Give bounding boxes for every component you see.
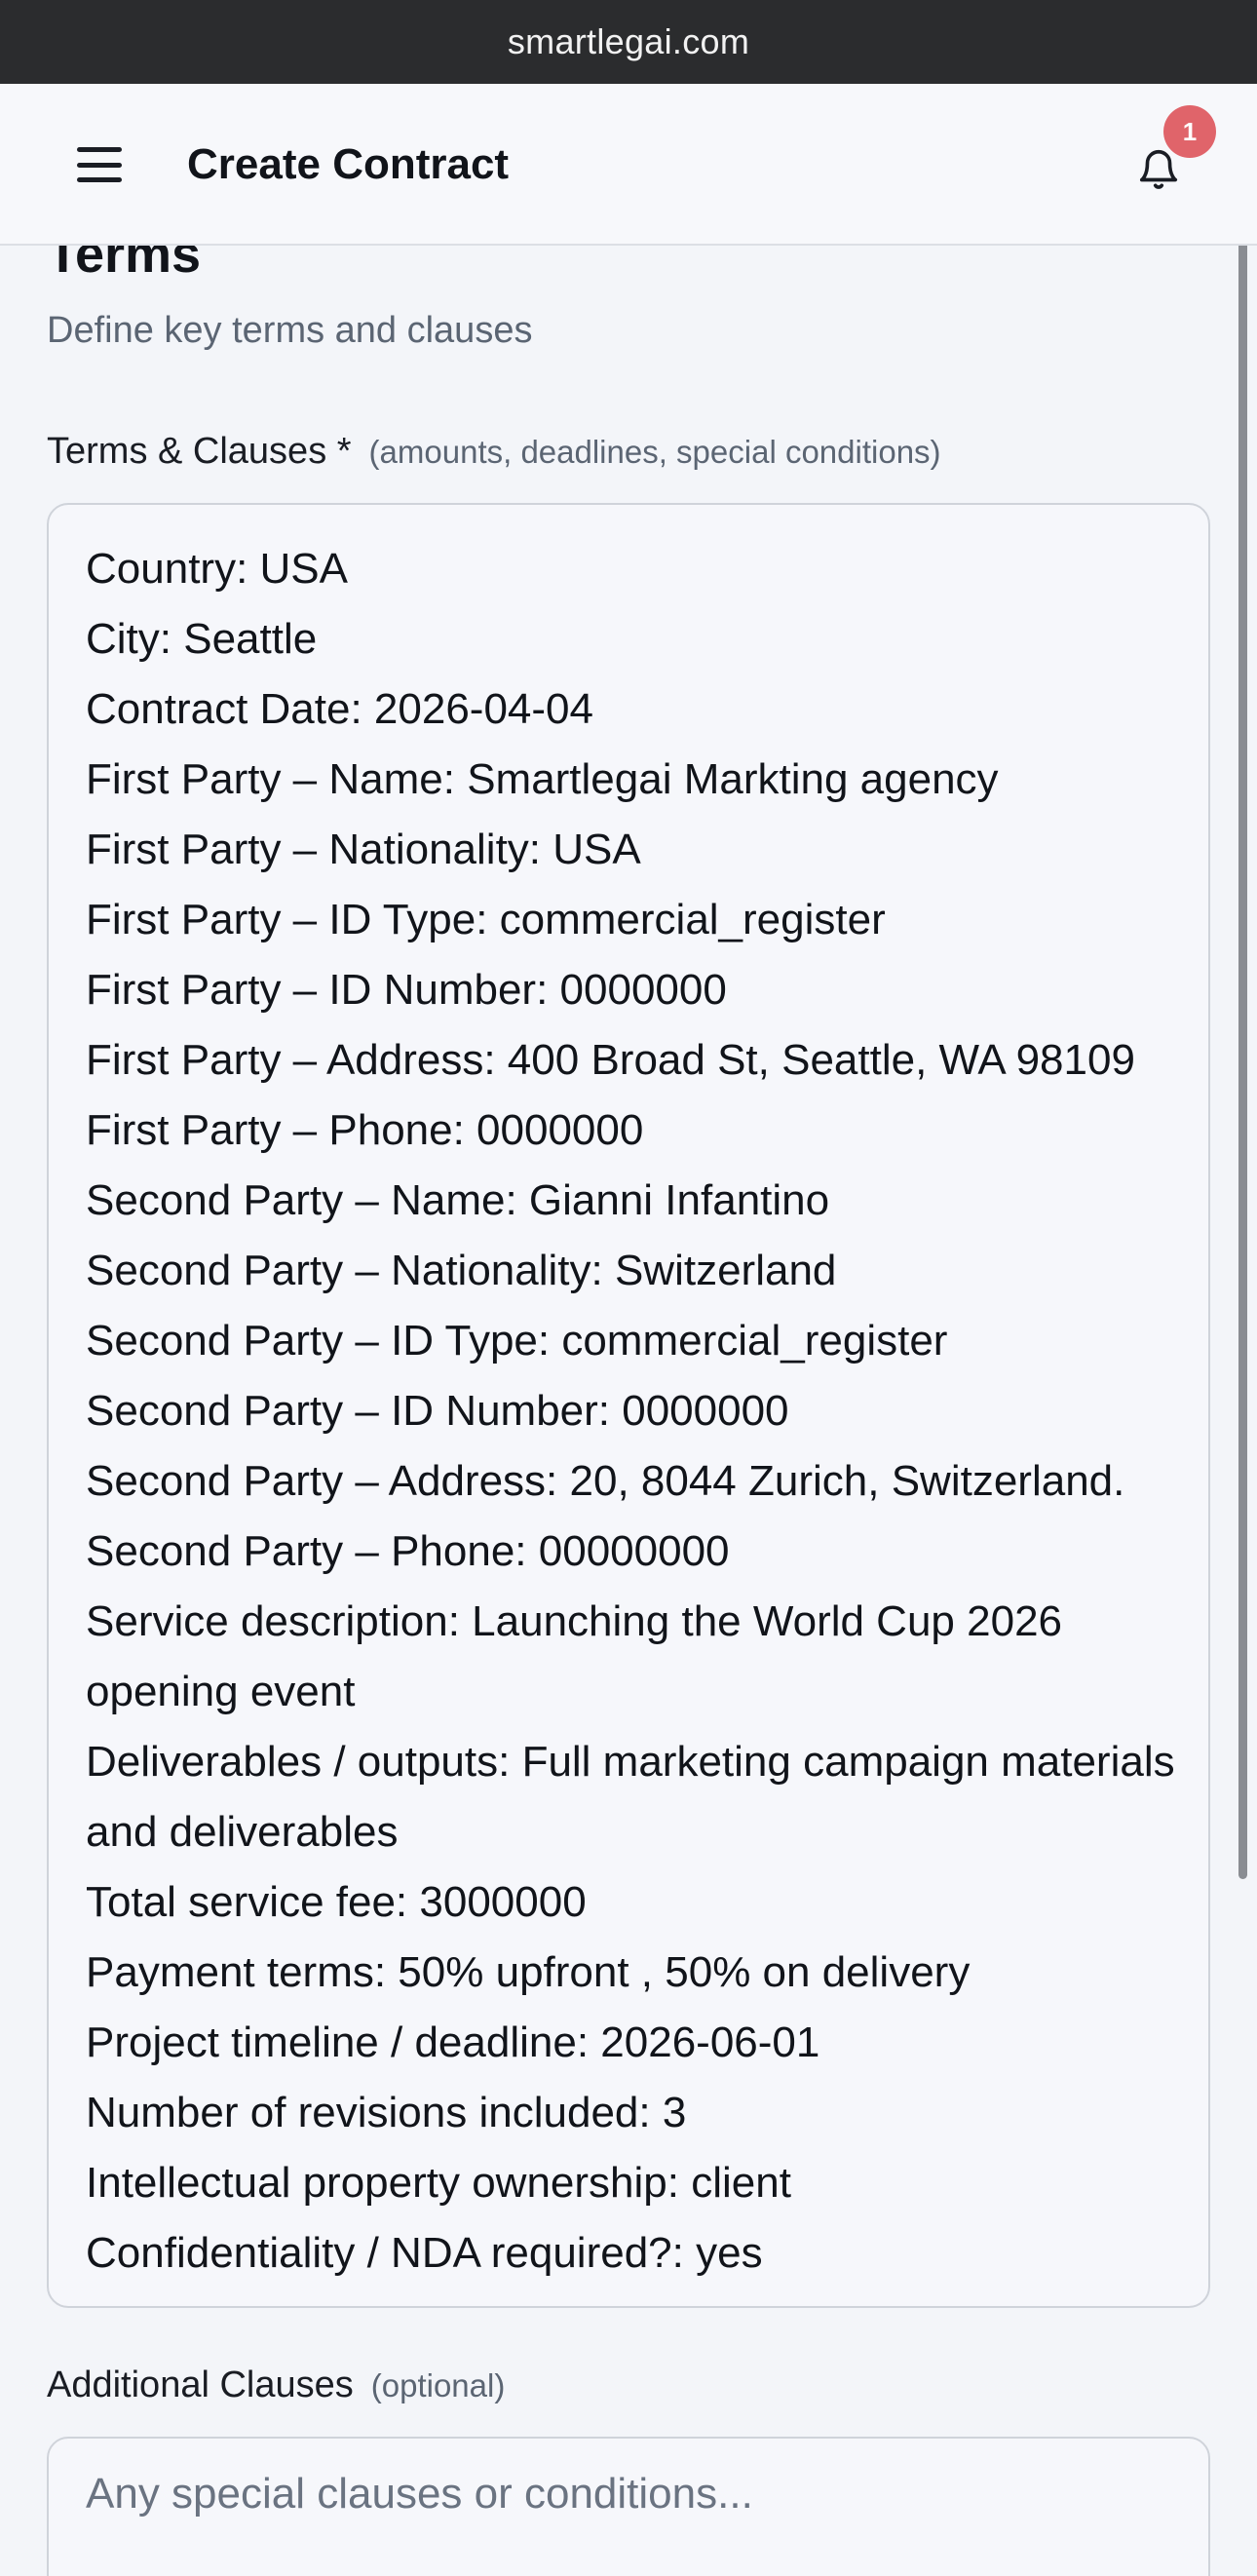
terms-line: First Party – ID Number: 0000000 (86, 966, 727, 1014)
terms-line: Intellectual property ownership: client (86, 2159, 791, 2207)
terms-line: First Party – Phone: 0000000 (86, 1106, 644, 1154)
app-header: Create Contract (0, 84, 1257, 246)
additional-field-label: Additional Clauses (optional) (47, 2365, 505, 2406)
notification-badge: 1 (1163, 105, 1216, 158)
section-subtitle: Define key terms and clauses (47, 310, 533, 351)
terms-line: Project timeline / deadline: 2026-06-01 (86, 2019, 820, 2066)
terms-line: Payment terms: 50% upfront , 50% on deli… (86, 1948, 971, 1996)
section-title: Terms (47, 246, 202, 284)
additional-label-hint: (optional) (370, 2367, 506, 2403)
terms-line: Second Party – Phone: 00000000 (86, 1527, 730, 1575)
hamburger-menu-icon (77, 147, 122, 182)
browser-url-bar[interactable]: smartlegai.com (0, 0, 1257, 84)
additional-placeholder: Any special clauses or conditions... (86, 2470, 753, 2518)
url-text: smartlegai.com (507, 21, 750, 61)
terms-line: City: Seattle (86, 615, 318, 663)
form-content: Terms Define key terms and clauses Terms… (0, 246, 1257, 2576)
terms-line: Confidentiality / NDA required?: yes (86, 2229, 763, 2277)
terms-label-hint: (amounts, deadlines, special conditions) (368, 434, 941, 470)
terms-line: First Party – Name: Smartlegai Markting … (86, 755, 999, 803)
terms-line: Second Party – ID Type: commercial_regis… (86, 1317, 948, 1365)
terms-textarea[interactable]: Country: USA City: Seattle Contract Date: … (47, 503, 1210, 2308)
terms-field-label: Terms & Clauses * (amounts, deadlines, sp… (47, 431, 941, 473)
terms-line: Total service fee: 3000000 (86, 1878, 587, 1926)
terms-line: Number of revisions included: 3 (86, 2089, 687, 2136)
terms-label-text: Terms & Clauses * (47, 431, 352, 472)
terms-line: Second Party – Nationality: Switzerland (86, 1247, 837, 1294)
page-scrollbar[interactable] (1238, 212, 1247, 1879)
terms-line: Second Party – ID Number: 0000000 (86, 1387, 789, 1435)
terms-line: Country: USA (86, 545, 348, 593)
terms-line: Contract Date: 2026-04-04 (86, 685, 593, 733)
terms-line: Second Party – Address: 20, 8044 Zurich,… (86, 1457, 1125, 1505)
terms-line: Service description: Launching the World… (86, 1597, 1075, 1715)
terms-text: Country: USA City: Seattle Contract Date: … (86, 534, 1187, 2288)
additional-clauses-textarea[interactable]: Any special clauses or conditions... (47, 2437, 1210, 2576)
terms-line: Second Party – Name: Gianni Infantino (86, 1176, 830, 1224)
terms-line: Deliverables / outputs: Full marketing c… (86, 1738, 1187, 1856)
additional-label-text: Additional Clauses (47, 2365, 354, 2405)
terms-line: First Party – Nationality: USA (86, 826, 641, 873)
menu-button[interactable] (64, 135, 134, 195)
page-title: Create Contract (187, 140, 510, 188)
terms-line: First Party – Address: 400 Broad St, Sea… (86, 1036, 1135, 1084)
terms-line: First Party – ID Type: commercial_regist… (86, 896, 886, 943)
